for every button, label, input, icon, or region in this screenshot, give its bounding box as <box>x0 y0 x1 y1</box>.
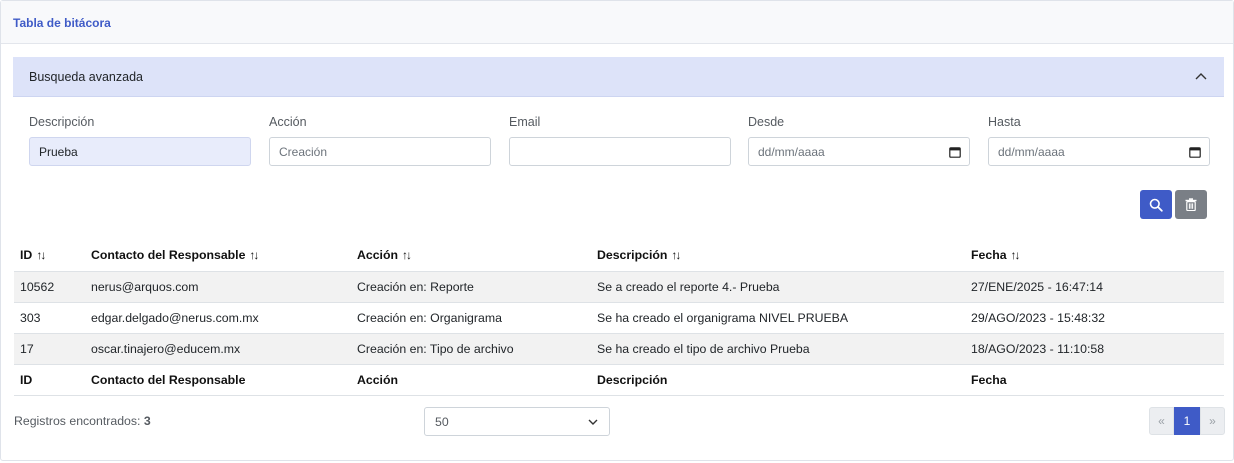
cell-date: 18/AGO/2023 - 11:10:58 <box>965 333 1224 365</box>
bitacora-card: Tabla de bitácora Busqueda avanzada Desc… <box>0 0 1234 461</box>
advanced-search-toggle[interactable]: Busqueda avanzada <box>13 57 1224 97</box>
column-header-date[interactable]: Fecha ↑↓ <box>965 239 1224 272</box>
cell-contact: oscar.tinajero@educem.mx <box>85 333 351 365</box>
sort-icon[interactable]: ↑↓ <box>249 248 259 262</box>
cell-contact: nerus@arquos.com <box>85 271 351 303</box>
to-date-filter: Hasta dd/mm/aaaa <box>988 115 1210 166</box>
page-1-button[interactable]: 1 <box>1174 407 1200 435</box>
description-filter: Descripción Prueba <box>29 115 251 166</box>
action-filter: Acción Creación <box>269 115 491 166</box>
to-date-label: Hasta <box>988 115 1021 129</box>
next-page-button[interactable]: » <box>1200 407 1225 435</box>
records-count: 3 <box>143 414 151 428</box>
table-footer-row: ID Contacto del Responsable Acción Descr… <box>14 364 1224 396</box>
column-header-contact[interactable]: Contacto del Responsable ↑↓ <box>85 239 351 272</box>
table-row: 10562 nerus@arquos.com Creación en: Repo… <box>14 271 1224 303</box>
chevron-up-icon <box>1195 73 1207 80</box>
trash-icon <box>1185 198 1197 211</box>
cell-contact: edgar.delgado@nerus.com.mx <box>85 302 351 334</box>
description-label: Descripción <box>29 115 95 129</box>
action-input[interactable]: Creación <box>269 137 491 166</box>
cell-id: 10562 <box>14 271 85 303</box>
table-header-row: ID ↑↓ Contacto del Responsable ↑↓ Acción ↑↓… <box>14 239 1224 272</box>
clear-filters-button[interactable] <box>1175 190 1207 219</box>
column-header-description[interactable]: Descripción ↑↓ <box>591 239 965 272</box>
cell-description: Se ha creado el tipo de archivo Prueba <box>591 333 965 365</box>
from-date-label: Desde <box>748 115 785 129</box>
cell-id: 17 <box>14 333 85 365</box>
cell-action: Creación en: Organigrama <box>351 302 591 334</box>
cell-date: 29/AGO/2023 - 15:48:32 <box>965 302 1224 334</box>
to-date-placeholder: dd/mm/aaaa <box>998 144 1065 159</box>
description-value: Prueba <box>39 144 78 159</box>
column-header-action[interactable]: Acción ↑↓ <box>351 239 591 272</box>
cell-date: 27/ENE/2025 - 16:47:14 <box>965 271 1224 303</box>
footer-date: Fecha <box>965 364 1224 396</box>
table-row: 303 edgar.delgado@nerus.com.mx Creación … <box>14 302 1224 334</box>
from-date-filter: Desde dd/mm/aaaa <box>748 115 970 166</box>
footer-action: Acción <box>351 364 591 396</box>
prev-page-button[interactable]: « <box>1149 407 1174 435</box>
advanced-search-label: Busqueda avanzada <box>29 69 143 84</box>
chevron-down-icon <box>588 419 598 425</box>
email-input[interactable] <box>509 137 731 166</box>
email-filter: Email <box>509 115 731 166</box>
table-row: 17 oscar.tinajero@educem.mx Creación en:… <box>14 333 1224 365</box>
from-date-input[interactable]: dd/mm/aaaa <box>748 137 970 166</box>
from-date-placeholder: dd/mm/aaaa <box>758 144 825 159</box>
action-label: Acción <box>269 115 307 129</box>
footer-contact: Contacto del Responsable <box>85 364 351 396</box>
description-input[interactable]: Prueba <box>29 137 251 166</box>
sort-icon[interactable]: ↑↓ <box>1011 248 1021 262</box>
page-size-value: 50 <box>435 414 449 429</box>
cell-action: Creación en: Reporte <box>351 271 591 303</box>
page-size-select[interactable]: 50 <box>424 407 610 436</box>
cell-id: 303 <box>14 302 85 334</box>
calendar-icon[interactable] <box>949 146 961 158</box>
sort-icon[interactable]: ↑↓ <box>36 248 46 262</box>
footer-description: Descripción <box>591 364 965 396</box>
card-header: Tabla de bitácora <box>1 1 1233 44</box>
cell-description: Se ha creado el organigrama NIVEL PRUEBA <box>591 302 965 334</box>
sort-icon[interactable]: ↑↓ <box>671 248 681 262</box>
calendar-icon[interactable] <box>1189 146 1201 158</box>
sort-icon[interactable]: ↑↓ <box>402 248 412 262</box>
records-label: Registros encontrados: <box>14 414 141 428</box>
pagination: « 1 » <box>1149 407 1225 435</box>
bitacora-table: ID ↑↓ Contacto del Responsable ↑↓ Acción ↑↓… <box>14 239 1224 396</box>
email-label: Email <box>509 115 541 129</box>
search-button[interactable] <box>1140 190 1172 219</box>
to-date-input[interactable]: dd/mm/aaaa <box>988 137 1210 166</box>
card-title: Tabla de bitácora <box>13 16 111 30</box>
search-icon <box>1149 198 1163 212</box>
cell-action: Creación en: Tipo de archivo <box>351 333 591 365</box>
footer-id: ID <box>14 364 85 396</box>
column-header-id[interactable]: ID ↑↓ <box>14 239 85 272</box>
records-found: Registros encontrados: 3 <box>14 414 151 428</box>
action-placeholder: Creación <box>279 144 328 159</box>
cell-description: Se a creado el reporte 4.- Prueba <box>591 271 965 303</box>
